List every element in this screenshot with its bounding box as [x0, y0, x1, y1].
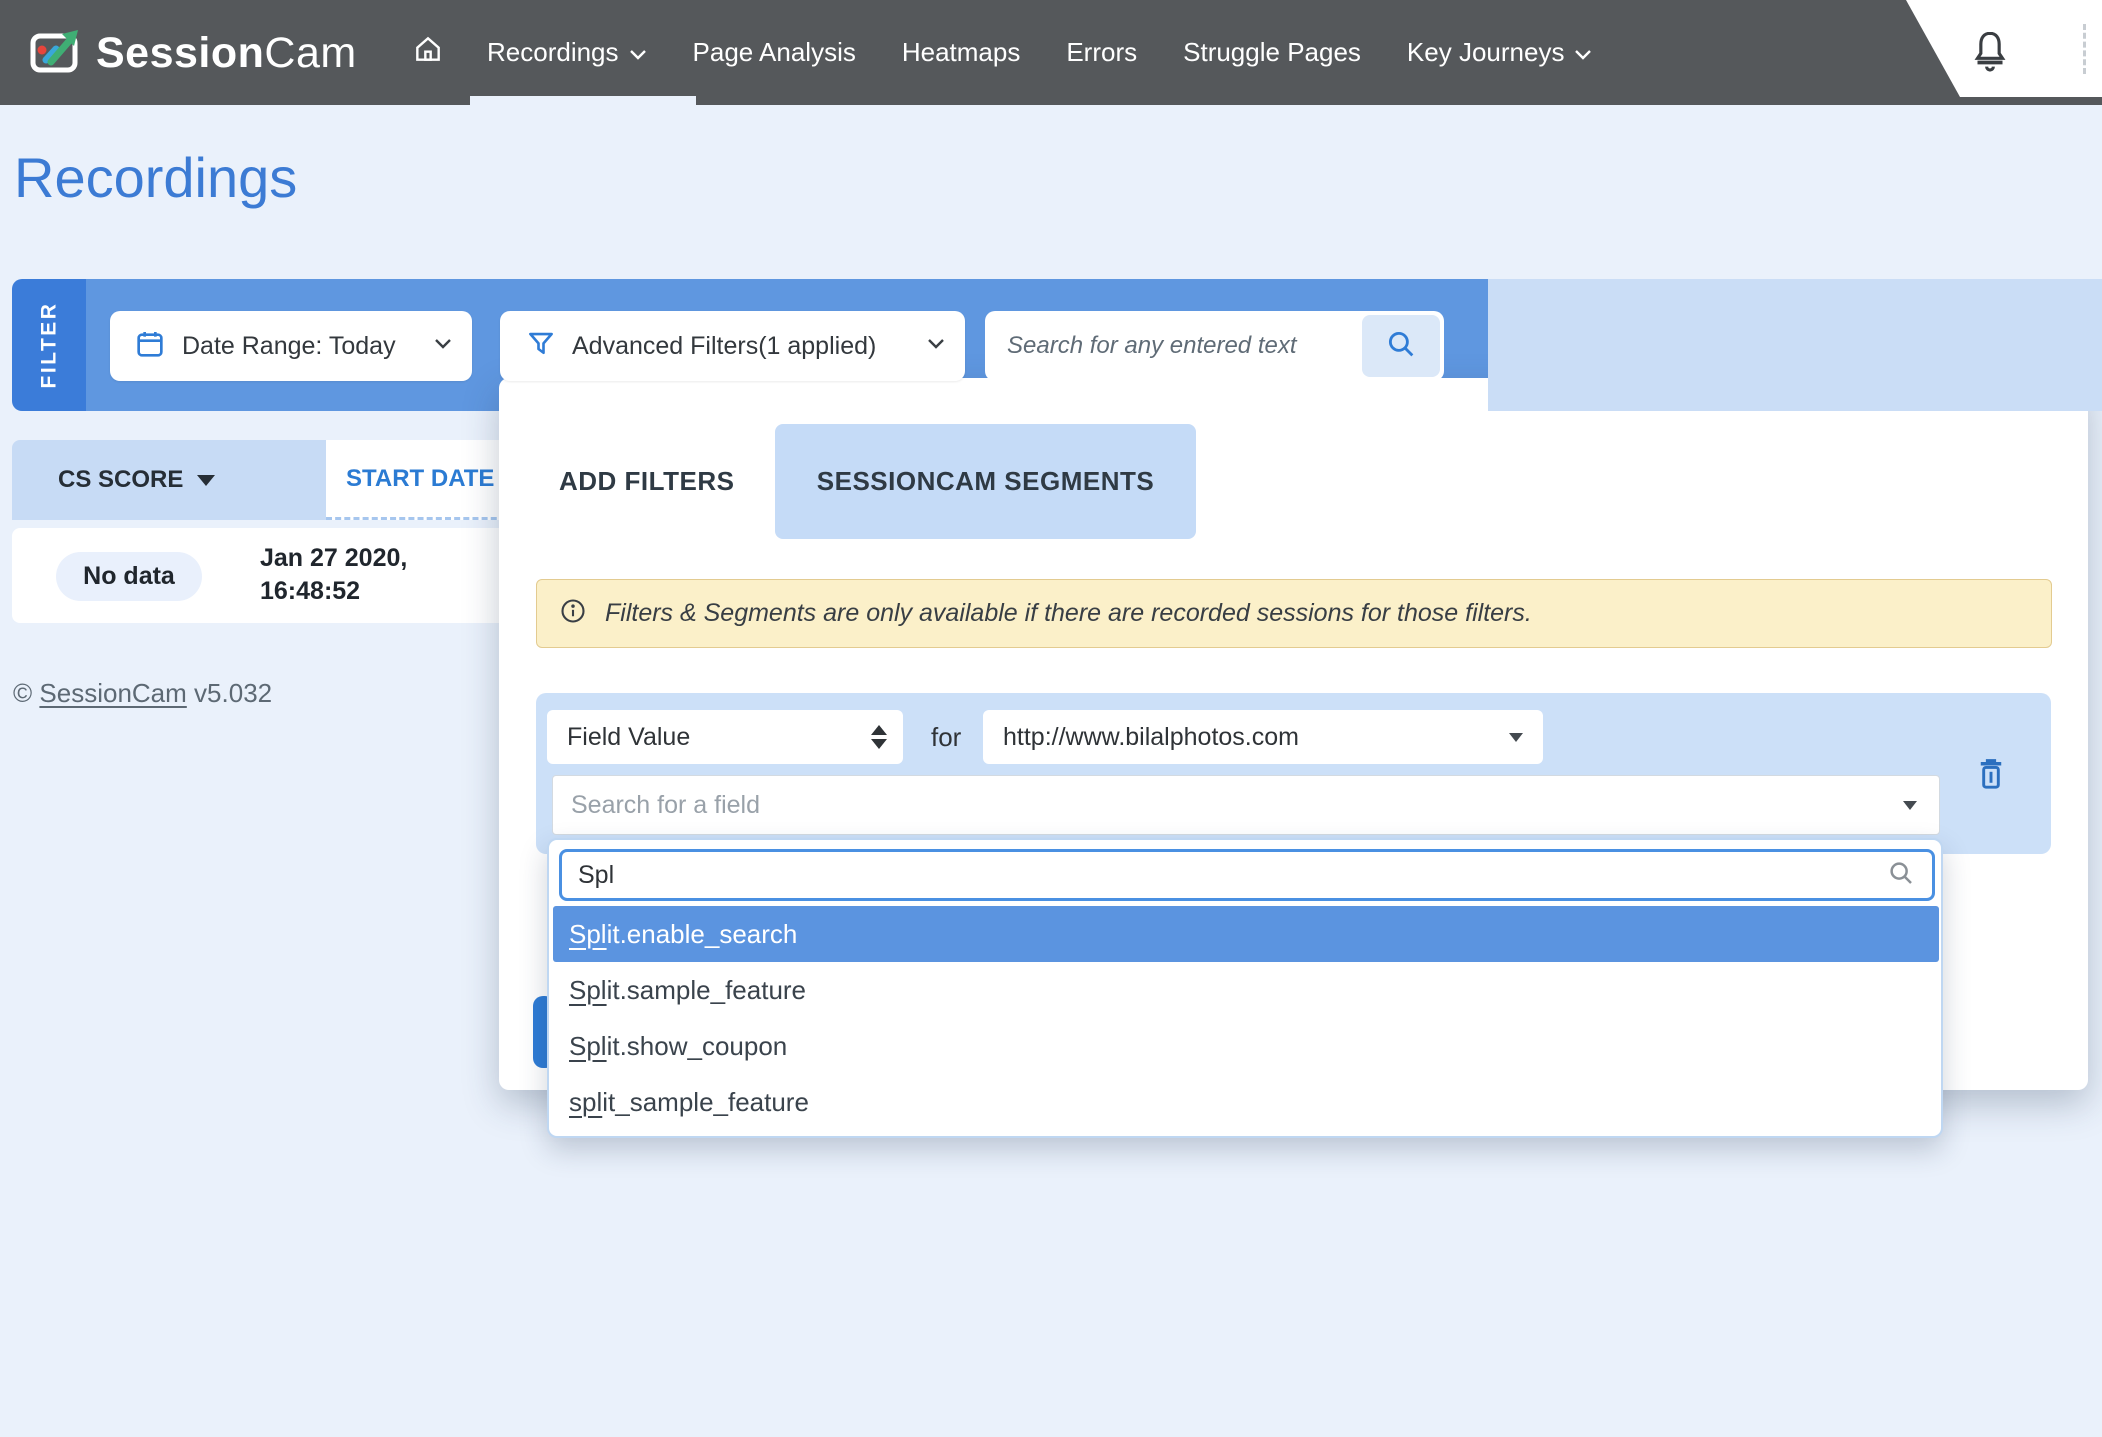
- chevron-down-icon: [434, 337, 452, 355]
- filter-tab[interactable]: FILTER: [12, 279, 86, 411]
- nav-recordings[interactable]: Recordings: [464, 0, 670, 105]
- copyright-footer: © SessionCam v5.032: [13, 678, 272, 709]
- search-button[interactable]: [1362, 315, 1440, 377]
- more-menu-icon[interactable]: [2083, 24, 2086, 74]
- funnel-icon: [526, 329, 556, 364]
- delete-filter-icon[interactable]: [1973, 755, 2009, 798]
- field-option[interactable]: Split.enable_search: [553, 906, 1939, 962]
- notifications-bell-icon[interactable]: [1970, 28, 2010, 77]
- field-option[interactable]: split_sample_feature: [553, 1074, 1939, 1130]
- nav-heatmaps-label: Heatmaps: [902, 37, 1021, 68]
- search-icon: [1886, 858, 1916, 893]
- nav-page-analysis[interactable]: Page Analysis: [670, 0, 879, 105]
- nav-active-indicator: [470, 96, 696, 105]
- column-header-cs-score[interactable]: CS SCORE: [12, 440, 326, 520]
- nav-recordings-label: Recordings: [487, 37, 619, 68]
- start-date-header-label: START DATE: [346, 465, 494, 493]
- field-option[interactable]: Split.show_coupon: [553, 1018, 1939, 1074]
- info-banner-text: Filters & Segments are only available if…: [605, 599, 1532, 628]
- sort-desc-icon: [197, 475, 215, 486]
- brand-wordmark: SessionCam: [96, 29, 357, 78]
- select-arrow-icon: [1903, 801, 1917, 810]
- text-search-input[interactable]: [985, 311, 1358, 381]
- filter-tab-label: FILTER: [37, 302, 61, 389]
- brand-logo[interactable]: SessionCam: [28, 22, 357, 85]
- info-icon: [559, 597, 587, 630]
- cs-score-badge: No data: [56, 552, 202, 601]
- date-range-button[interactable]: Date Range: Today: [110, 311, 472, 381]
- nav-key-journeys[interactable]: Key Journeys: [1384, 0, 1616, 105]
- info-banner: Filters & Segments are only available if…: [536, 579, 2052, 648]
- table-row[interactable]: No data Jan 27 2020, 16:48:52: [12, 528, 570, 623]
- select-updown-icon: [871, 725, 887, 749]
- chevron-down-icon: [1574, 37, 1592, 68]
- nav-page-analysis-label: Page Analysis: [693, 37, 856, 68]
- filter-bar-extension: [1488, 279, 2102, 411]
- nav-errors-label: Errors: [1066, 37, 1137, 68]
- nav-struggle-pages[interactable]: Struggle Pages: [1160, 0, 1384, 105]
- field-filter-searchbox: [559, 849, 1935, 901]
- field-options-list: Split.enable_searchSplit.sample_featureS…: [553, 906, 1939, 1130]
- nav-errors[interactable]: Errors: [1043, 0, 1160, 105]
- chevron-down-icon: [927, 337, 945, 355]
- start-date-cell: Jan 27 2020, 16:48:52: [260, 542, 407, 608]
- sessioncam-logo-icon: [28, 22, 86, 85]
- site-select[interactable]: http://www.bilalphotos.com: [983, 710, 1543, 764]
- topbar: SessionCam Recordings Page Analysis Heat…: [0, 0, 2102, 105]
- nav-home[interactable]: [392, 0, 464, 105]
- nav-key-journeys-label: Key Journeys: [1407, 37, 1565, 68]
- field-search-placeholder: Search for a field: [571, 791, 760, 820]
- chevron-down-icon: [629, 37, 647, 68]
- home-icon: [412, 33, 444, 72]
- tab-sessioncam-segments[interactable]: SESSIONCAM SEGMENTS: [775, 424, 1196, 539]
- field-filter-input[interactable]: [562, 852, 1886, 898]
- tab-add-filters[interactable]: ADD FILTERS: [559, 424, 734, 539]
- nav-heatmaps[interactable]: Heatmaps: [879, 0, 1044, 105]
- field-option[interactable]: Split.sample_feature: [553, 962, 1939, 1018]
- field-type-value: Field Value: [567, 723, 690, 752]
- calendar-icon: [134, 328, 166, 365]
- nav-struggle-pages-label: Struggle Pages: [1183, 37, 1361, 68]
- sessioncam-link[interactable]: SessionCam: [39, 678, 186, 708]
- field-search-select[interactable]: Search for a field: [552, 775, 1940, 835]
- advanced-filters-button[interactable]: Advanced Filters(1 applied): [500, 311, 965, 381]
- date-range-label: Date Range: Today: [182, 332, 396, 361]
- select-arrow-icon: [1509, 733, 1523, 742]
- site-select-value: http://www.bilalphotos.com: [1003, 723, 1299, 752]
- main-nav: Recordings Page Analysis Heatmaps Errors…: [392, 0, 1615, 105]
- search-icon: [1384, 327, 1418, 366]
- text-search-field: [985, 311, 1444, 381]
- filter-condition-row: Field Value for http://www.bilalphotos.c…: [536, 693, 2051, 854]
- advanced-filters-label: Advanced Filters(1 applied): [572, 332, 876, 361]
- for-label: for: [931, 710, 961, 764]
- field-type-select[interactable]: Field Value: [547, 710, 903, 764]
- page-title: Recordings: [14, 145, 297, 210]
- field-options-dropdown: Split.enable_searchSplit.sample_featureS…: [547, 838, 1943, 1138]
- cs-score-header-label: CS SCORE: [58, 466, 183, 494]
